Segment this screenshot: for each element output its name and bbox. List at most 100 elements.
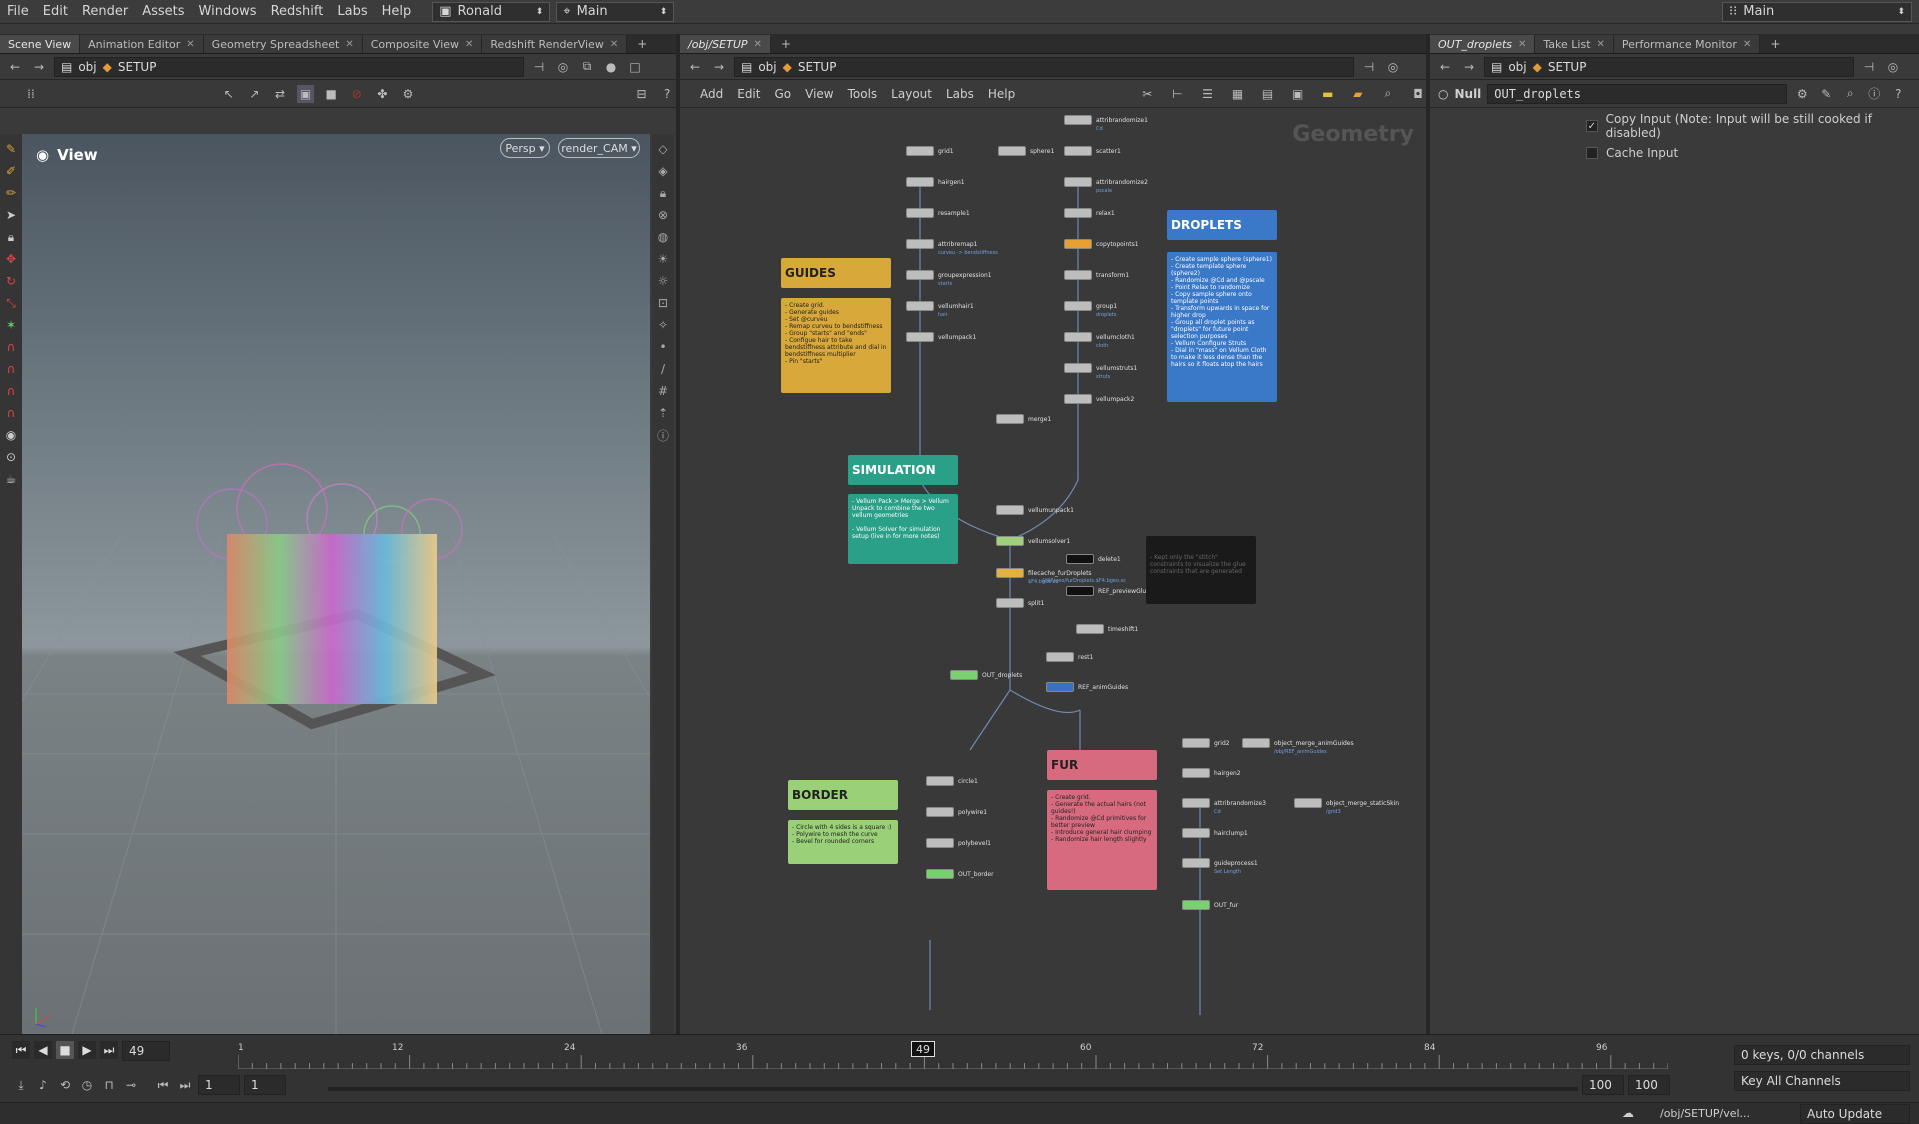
maximize-icon[interactable]: □ bbox=[626, 58, 644, 76]
range-start-field[interactable]: 1 bbox=[198, 1075, 240, 1095]
box-icon[interactable]: ■ bbox=[322, 85, 340, 103]
grid-view-icon[interactable]: ▦ bbox=[1229, 85, 1245, 103]
info-icon[interactable]: ⓘ bbox=[1865, 85, 1883, 103]
note-droplets-header[interactable]: DROPLETS bbox=[1167, 210, 1277, 240]
network-node[interactable] bbox=[1182, 858, 1210, 868]
jump-start-icon[interactable]: ⏮ bbox=[12, 1041, 30, 1059]
help-icon[interactable]: ? bbox=[1889, 85, 1907, 103]
menu-help[interactable]: Help bbox=[375, 4, 419, 19]
tab-scene-view[interactable]: Scene View bbox=[0, 35, 81, 53]
render-icon[interactable]: ☕︎ bbox=[2, 470, 20, 488]
step-fwd-icon[interactable]: ⏭ bbox=[176, 1076, 194, 1094]
forward-arrow-icon[interactable]: → bbox=[30, 58, 48, 76]
params-path-field[interactable]: ▤ obj ◆ SETUP bbox=[1484, 56, 1854, 77]
persp-dropdown[interactable]: Persp ▾ bbox=[500, 138, 550, 158]
network-node[interactable] bbox=[1046, 682, 1074, 692]
keys-channels-field[interactable]: 0 keys, 0/0 channels bbox=[1734, 1045, 1910, 1065]
note-droplets-body[interactable]: - Create sample sphere (sphere1) - Creat… bbox=[1167, 252, 1277, 402]
network-node[interactable] bbox=[1182, 738, 1210, 748]
net-menu-edit[interactable]: Edit bbox=[737, 87, 760, 101]
timeline-ruler[interactable]: 49 1 12 24 36 60 72 84 96 bbox=[238, 1041, 1668, 1069]
cache-input-checkbox[interactable] bbox=[1586, 147, 1598, 159]
note-border-header[interactable]: BORDER bbox=[788, 780, 898, 810]
forward-arrow-icon[interactable]: → bbox=[1460, 58, 1478, 76]
menu-redshift[interactable]: Redshift bbox=[264, 4, 331, 19]
network-node[interactable] bbox=[1066, 586, 1094, 596]
select-arrow-icon[interactable]: ↖ bbox=[220, 85, 238, 103]
network-node[interactable] bbox=[1182, 828, 1210, 838]
network-node[interactable] bbox=[1064, 239, 1092, 249]
image-icon[interactable]: ▣ bbox=[1290, 85, 1306, 103]
network-node[interactable] bbox=[1182, 900, 1210, 910]
network-node[interactable] bbox=[1064, 270, 1092, 280]
note-dark-body[interactable]: - Kept only the "stitch" constraints to … bbox=[1146, 536, 1256, 604]
display-opt-1-icon[interactable]: ◇ bbox=[654, 140, 672, 158]
net-menu-layout[interactable]: Layout bbox=[891, 87, 932, 101]
net-menu-go[interactable]: Go bbox=[774, 87, 791, 101]
network-node[interactable] bbox=[1064, 363, 1092, 373]
network-node[interactable] bbox=[1066, 554, 1094, 564]
normals-icon[interactable]: ⇡ bbox=[654, 404, 672, 422]
key-all-channels-dropdown[interactable]: Key All Channels bbox=[1734, 1071, 1910, 1091]
paint-icon[interactable]: ✐ bbox=[2, 162, 20, 180]
back-arrow-icon[interactable]: ← bbox=[6, 58, 24, 76]
close-icon[interactable]: ✕ bbox=[186, 39, 194, 50]
network-node[interactable] bbox=[996, 568, 1024, 578]
realtime-icon[interactable]: ⤓ bbox=[12, 1076, 30, 1094]
sticky-note-icon[interactable]: ▬ bbox=[1320, 85, 1336, 103]
flipbook-icon[interactable]: ⊟ bbox=[633, 85, 651, 103]
net-menu-add[interactable]: Add bbox=[700, 87, 723, 101]
net-menu-help[interactable]: Help bbox=[988, 87, 1015, 101]
range-end2-field[interactable]: 100 bbox=[1628, 1075, 1670, 1095]
network-node[interactable] bbox=[906, 239, 934, 249]
folder-icon[interactable]: ▰ bbox=[1350, 85, 1366, 103]
back-arrow-icon[interactable]: ← bbox=[1436, 58, 1454, 76]
auto-update-dropdown[interactable]: Auto Update bbox=[1800, 1104, 1910, 1124]
key-icon[interactable]: ⊸ bbox=[122, 1076, 140, 1094]
brush-icon[interactable]: ✎ bbox=[1817, 85, 1835, 103]
menu-render[interactable]: Render bbox=[75, 4, 135, 19]
network-node[interactable] bbox=[1064, 177, 1092, 187]
help-icon[interactable]: ? bbox=[658, 85, 676, 103]
network-node[interactable] bbox=[996, 598, 1024, 608]
tab-out-droplets[interactable]: OUT_droplets ✕ bbox=[1430, 35, 1536, 53]
pose-icon[interactable]: ✶ bbox=[2, 316, 20, 334]
network-node[interactable] bbox=[996, 414, 1024, 424]
close-icon[interactable]: ✕ bbox=[345, 39, 353, 50]
note-border-body[interactable]: - Circle with 4 sides is a square :) - P… bbox=[788, 820, 898, 864]
headlight-icon[interactable]: ☼ bbox=[654, 272, 672, 290]
network-node[interactable] bbox=[950, 670, 978, 680]
view-icon[interactable]: ◉ bbox=[2, 426, 20, 444]
grid-dots-icon[interactable]: ⁞⁞ bbox=[22, 85, 40, 103]
network-canvas[interactable]: Geometry grid1 hairgen1 resample1 attribrem… bbox=[680, 110, 1426, 1034]
network-node[interactable] bbox=[1064, 115, 1092, 125]
select-arrow2-icon[interactable]: ↗ bbox=[246, 85, 264, 103]
network-node[interactable] bbox=[1064, 332, 1092, 342]
close-view-icon[interactable]: ⊗ bbox=[654, 206, 672, 224]
pin-icon[interactable]: ⊣ bbox=[1860, 58, 1878, 76]
net-menu-labs[interactable]: Labs bbox=[946, 87, 974, 101]
right-desktop-dropdown[interactable]: ⁝⁝ Main ⬍ bbox=[1722, 1, 1912, 22]
network-node[interactable] bbox=[1064, 146, 1092, 156]
add-tab-icon[interactable]: + bbox=[777, 35, 795, 53]
tab-performance-monitor[interactable]: Performance Monitor ✕ bbox=[1613, 35, 1761, 53]
tab-redshift-renderview[interactable]: Redshift RenderView ✕ bbox=[482, 35, 628, 53]
network-node[interactable] bbox=[906, 301, 934, 311]
network-node[interactable] bbox=[1076, 624, 1104, 634]
magnet3-icon[interactable]: ∩ bbox=[2, 382, 20, 400]
menu-edit[interactable]: Edit bbox=[36, 4, 75, 19]
tab-take-list[interactable]: Take List ✕ bbox=[1535, 35, 1614, 53]
network-node[interactable] bbox=[996, 536, 1024, 546]
note-guides-header[interactable]: GUIDES bbox=[781, 258, 891, 288]
menu-file[interactable]: File bbox=[0, 4, 36, 19]
no-icon[interactable]: ⊘ bbox=[348, 85, 366, 103]
edges-icon[interactable]: ∕ bbox=[654, 360, 672, 378]
table-icon[interactable]: ▤ bbox=[1260, 85, 1276, 103]
net-menu-tools[interactable]: Tools bbox=[848, 87, 878, 101]
stop-icon[interactable]: ■ bbox=[56, 1041, 74, 1059]
3d-viewport[interactable]: ◉ View Persp ▾ render_CAM ▾ bbox=[22, 134, 650, 1034]
network-node[interactable] bbox=[1294, 798, 1322, 808]
settings-icon[interactable]: ⚙ bbox=[399, 85, 417, 103]
network-node[interactable] bbox=[926, 776, 954, 786]
close-icon[interactable]: ✕ bbox=[1518, 39, 1526, 50]
